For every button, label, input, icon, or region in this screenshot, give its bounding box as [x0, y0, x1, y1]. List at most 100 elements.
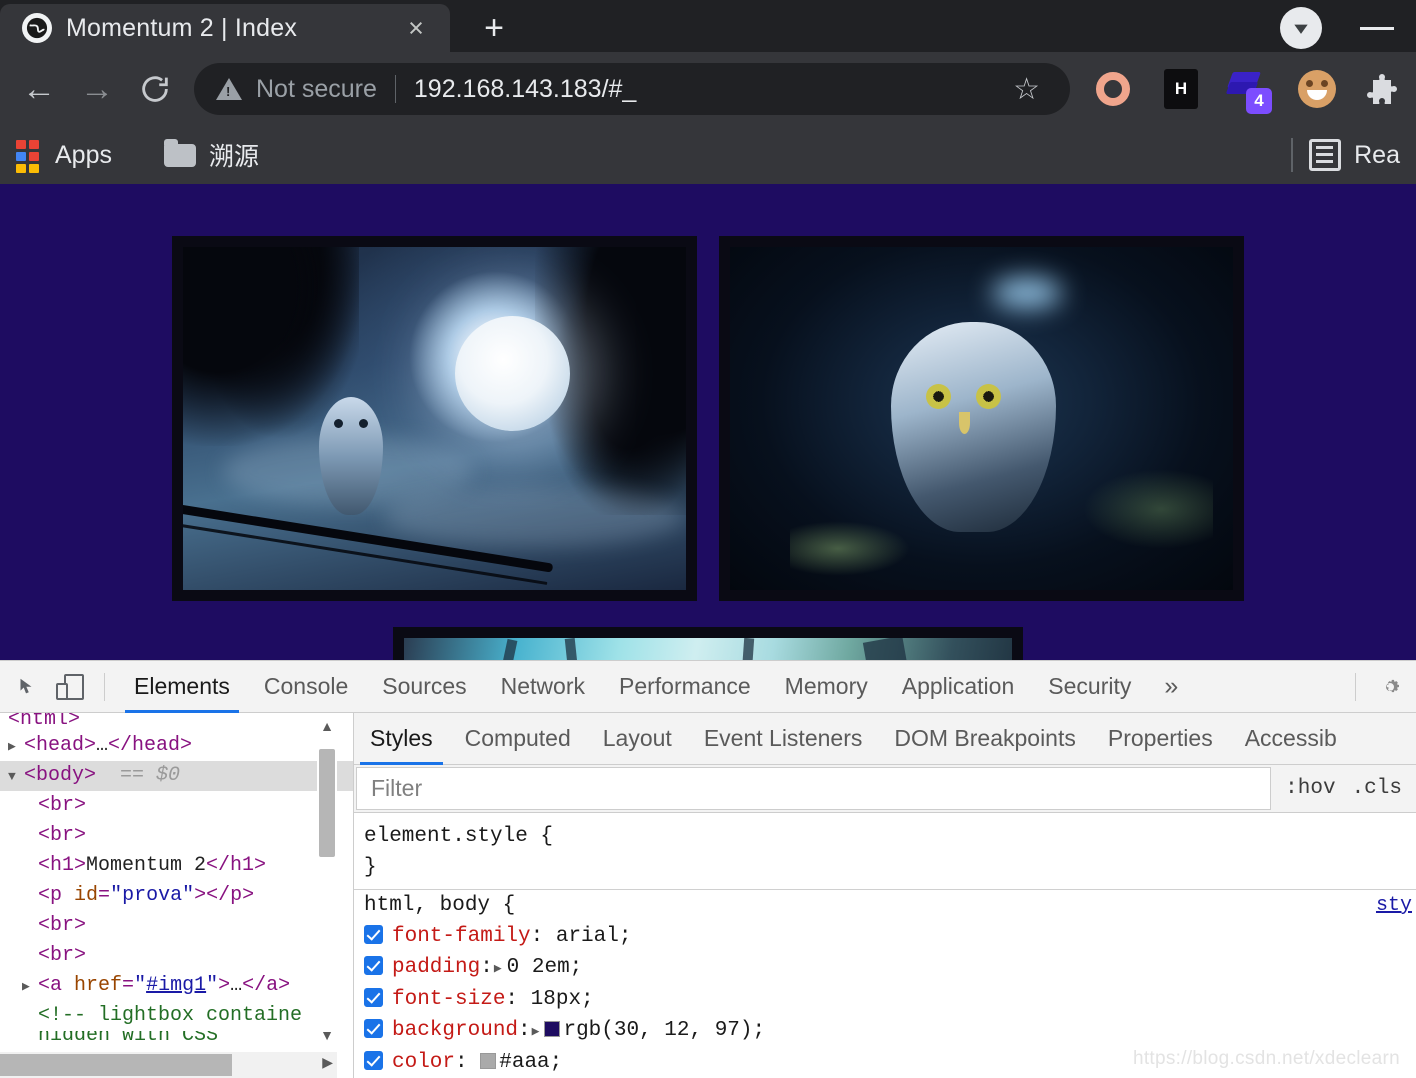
dom-line-head[interactable]: ▶ <head>…</head> [0, 731, 353, 761]
declaration-value[interactable]: 0 2em; [507, 956, 583, 979]
dom-tree: <html> ▶ <head>…</head> ▼ <body> == $0 <br… [0, 713, 353, 1045]
reading-list-label: Rea [1354, 140, 1400, 169]
inspect-element-icon[interactable] [4, 665, 48, 709]
dom-line-br[interactable]: <br> [0, 821, 353, 851]
declaration-row[interactable]: font-size: 18px; [364, 984, 1416, 1015]
address-bar[interactable]: Not secure 192.168.143.183/#_ ☆ [194, 63, 1070, 115]
reading-list-button[interactable]: Rea [1309, 139, 1400, 171]
tab-computed[interactable]: Computed [449, 713, 587, 765]
hov-toggle[interactable]: :hov [1285, 777, 1335, 800]
bookmark-star-icon[interactable]: ☆ [999, 72, 1054, 107]
new-tab-button[interactable]: + [450, 4, 538, 52]
dom-vertical-scrollbar[interactable]: ▲ ▼ [317, 713, 337, 1078]
cookie-extension-icon[interactable] [1296, 68, 1338, 110]
color-swatch[interactable] [544, 1021, 561, 1037]
tab-properties[interactable]: Properties [1092, 713, 1229, 765]
layers-extension-icon[interactable]: 4 [1225, 68, 1272, 114]
forward-icon[interactable]: → [68, 60, 126, 118]
bookmark-folder-suyuan[interactable]: 溯源 [130, 137, 277, 173]
tab-network[interactable]: Network [484, 661, 602, 713]
scroll-right-icon[interactable]: ▶ [322, 1054, 333, 1071]
tab-styles[interactable]: Styles [354, 713, 449, 765]
dom-a-href[interactable]: #img1 [146, 974, 206, 997]
gallery-image-3[interactable] [393, 627, 1023, 660]
scroll-down-icon[interactable]: ▼ [317, 1022, 337, 1048]
scrollbar-thumb[interactable] [319, 749, 335, 857]
dom-line-html[interactable]: <html> [0, 713, 353, 731]
dom-line-br[interactable]: <br> [0, 911, 353, 941]
tab-elements[interactable]: Elements [117, 661, 247, 713]
gallery-image-2[interactable] [719, 236, 1244, 601]
declaration-property[interactable]: background [392, 1019, 518, 1042]
tab-security[interactable]: Security [1031, 661, 1148, 713]
tab-sources[interactable]: Sources [365, 661, 483, 713]
declaration-property[interactable]: font-size [392, 988, 505, 1011]
tab-performance[interactable]: Performance [602, 661, 768, 713]
declaration-value[interactable]: rgb(30, 12, 97); [563, 1019, 765, 1042]
bookmark-apps[interactable]: Apps [16, 140, 130, 173]
styles-filter-input[interactable]: Filter [356, 767, 1272, 810]
dom-line-anchor[interactable]: ▶ <a href="#img1">…</a> [0, 971, 353, 1001]
rule-element-style[interactable]: element.style { } [354, 821, 1416, 890]
dom-line-comment[interactable]: <!-- lightbox containe [0, 1001, 353, 1031]
declaration-value[interactable]: #aaa; [499, 1051, 562, 1074]
devtools-panel: Elements Console Sources Network Perform… [0, 660, 1416, 1078]
tab-event-listeners[interactable]: Event Listeners [688, 713, 879, 765]
declaration-value[interactable]: 18px; [531, 988, 594, 1011]
reload-icon[interactable] [126, 60, 184, 118]
device-toolbar-icon[interactable] [48, 665, 92, 709]
browser-tab[interactable]: Momentum 2 | Index × [0, 4, 450, 52]
puzzle-extensions-icon[interactable] [1364, 68, 1406, 110]
stylesheet-source-link[interactable]: sty [1376, 890, 1412, 921]
scroll-up-icon[interactable]: ▲ [317, 713, 337, 739]
declaration-checkbox[interactable] [364, 925, 383, 944]
cls-toggle[interactable]: .cls [1352, 777, 1402, 800]
rule-html-body[interactable]: html, body { sty font-family: arial; pad… [354, 890, 1416, 1078]
expand-arrow-icon[interactable]: ▶ [532, 1024, 540, 1039]
dom-line-body[interactable]: ▼ <body> == $0 [0, 761, 353, 791]
dom-horizontal-scrollbar[interactable]: ▶ [0, 1052, 337, 1078]
declaration-value[interactable]: arial; [556, 925, 632, 948]
declaration-checkbox[interactable] [364, 988, 383, 1007]
dom-tree-pane[interactable]: <html> ▶ <head>…</head> ▼ <body> == $0 <br… [0, 713, 354, 1078]
profile-avatar[interactable] [1280, 7, 1322, 49]
tab-dom-breakpoints[interactable]: DOM Breakpoints [878, 713, 1092, 765]
color-swatch[interactable] [480, 1053, 497, 1069]
more-tabs-icon[interactable]: » [1148, 672, 1194, 701]
dom-line-br[interactable]: <br> [0, 941, 353, 971]
dom-line-h1[interactable]: <h1>Momentum 2</h1> [0, 851, 353, 881]
tab-application[interactable]: Application [885, 661, 1032, 713]
extensions-strip: H 4 [1070, 68, 1406, 114]
expand-arrow-icon[interactable]: ▶ [494, 961, 502, 976]
browser-window: Momentum 2 | Index × + ← → Not secure 19… [0, 0, 1416, 1078]
minimize-button[interactable] [1360, 26, 1394, 30]
declaration-property[interactable]: font-family [392, 925, 531, 948]
gear-icon[interactable] [1368, 665, 1412, 709]
ring-extension-icon[interactable] [1092, 68, 1134, 110]
declaration-property[interactable]: color [392, 1051, 455, 1074]
declaration-checkbox[interactable] [364, 1051, 383, 1070]
declaration-checkbox[interactable] [364, 956, 383, 975]
moonlit-owl-image [183, 247, 686, 590]
tab-memory[interactable]: Memory [768, 661, 885, 713]
tab-layout[interactable]: Layout [587, 713, 688, 765]
declaration-row[interactable]: padding:▶ 0 2em; [364, 952, 1416, 984]
dom-line-br[interactable]: <br> [0, 791, 353, 821]
tab-console[interactable]: Console [247, 661, 365, 713]
dom-line-comment-cont[interactable]: hidden with CSS [0, 1031, 353, 1045]
h-extension-icon[interactable]: H [1160, 68, 1202, 110]
scrollbar-thumb[interactable] [0, 1054, 232, 1076]
image-gallery [0, 184, 1416, 660]
close-icon[interactable]: × [400, 14, 432, 42]
declaration-row[interactable]: color: #aaa; [364, 1047, 1416, 1078]
declaration-property[interactable]: padding [392, 956, 480, 979]
declaration-row[interactable]: font-family: arial; [364, 921, 1416, 952]
tab-accessibility[interactable]: Accessib [1229, 713, 1353, 765]
declaration-checkbox[interactable] [364, 1019, 383, 1038]
reading-list-icon [1309, 139, 1342, 171]
declaration-row[interactable]: background:▶ rgb(30, 12, 97); [364, 1015, 1416, 1047]
back-icon[interactable]: ← [10, 60, 68, 118]
url-input[interactable]: 192.168.143.183/#_ [414, 75, 999, 104]
dom-line-p[interactable]: <p id="prova"></p> [0, 881, 353, 911]
gallery-image-1[interactable] [172, 236, 697, 601]
